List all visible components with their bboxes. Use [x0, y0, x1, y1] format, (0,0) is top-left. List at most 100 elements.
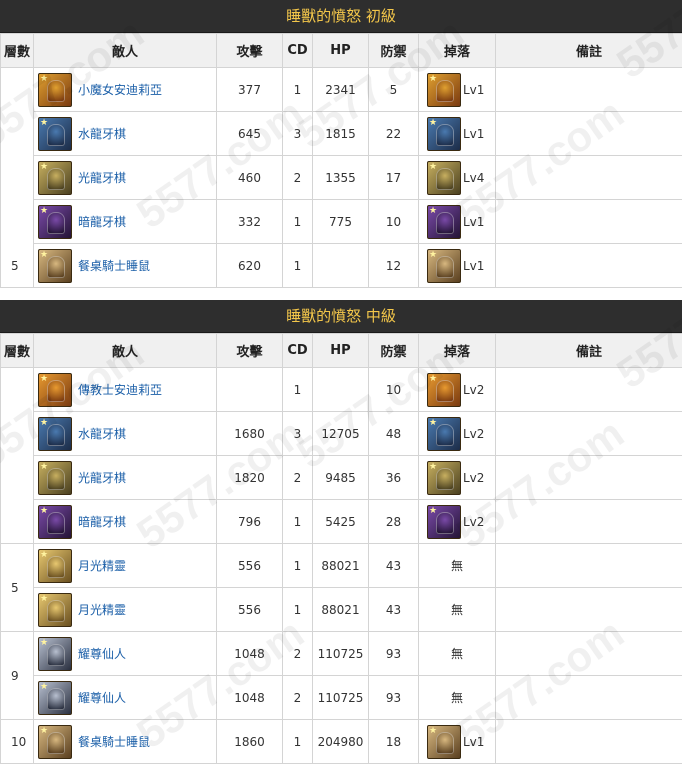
glorious-immortal-icon[interactable]: ★ [38, 681, 72, 715]
col-cd: CD [283, 334, 313, 368]
col-enemy: 敵人 [34, 34, 217, 68]
enemy-link[interactable]: 暗龍牙棋 [78, 513, 126, 530]
enemy-link[interactable]: 水龍牙棋 [78, 125, 126, 142]
character-figure [436, 212, 454, 234]
drop-level: Lv2 [463, 471, 484, 485]
table-row: ★光龍牙棋 460 2 1355 17 ★Lv4 [1, 156, 682, 200]
dormouse-knight-icon[interactable]: ★ [38, 249, 72, 283]
col-enemy: 敵人 [34, 334, 217, 368]
character-figure [47, 688, 65, 710]
light-dragon-knight-icon[interactable]: ★ [427, 161, 461, 195]
table-row: 9 ★耀尊仙人 1048 2 110725 93 無 [1, 632, 682, 676]
section-beginner: 睡獸的憤怒 初級 層數 敵人 攻擊 CD HP 防禦 掉落 備註 5 ★小魔女安… [0, 0, 682, 288]
missionary-andrea-icon[interactable]: ★ [38, 373, 72, 407]
table-row: 5 ★月光精靈 556 1 88021 43 無 [1, 544, 682, 588]
star-icon: ★ [40, 206, 48, 216]
drop-level: Lv1 [463, 83, 484, 97]
defense-cell: 93 [369, 632, 419, 676]
light-dragon-knight-icon[interactable]: ★ [427, 461, 461, 495]
enemy-link[interactable]: 暗龍牙棋 [78, 213, 126, 230]
enemy-link[interactable]: 耀尊仙人 [78, 645, 126, 662]
character-figure [436, 168, 454, 190]
enemy-table: 層數 敵人 攻擊 CD HP 防禦 掉落 備註 5 ★小魔女安迪莉亞 377 1… [0, 33, 682, 288]
hp-cell: 88021 [313, 588, 369, 632]
character-figure [436, 468, 454, 490]
drop-level: Lv4 [463, 171, 484, 185]
character-figure [47, 732, 65, 754]
attack-cell: 1680 [217, 412, 283, 456]
table-row: ★暗龍牙棋 332 1 775 10 ★Lv1 [1, 200, 682, 244]
hp-cell: 110725 [313, 632, 369, 676]
cd-cell: 1 [283, 68, 313, 112]
moonlight-spirit-icon[interactable]: ★ [38, 549, 72, 583]
witch-andrea-icon[interactable]: ★ [427, 73, 461, 107]
missionary-andrea-icon[interactable]: ★ [427, 373, 461, 407]
dormouse-knight-icon[interactable]: ★ [427, 249, 461, 283]
floor-cell: 5 [1, 68, 34, 288]
dark-dragon-knight-icon[interactable]: ★ [427, 505, 461, 539]
attack-cell: 460 [217, 156, 283, 200]
enemy-link[interactable]: 月光精靈 [78, 601, 126, 618]
defense-cell: 48 [369, 412, 419, 456]
star-icon: ★ [40, 418, 48, 428]
drop-level: Lv2 [463, 515, 484, 529]
glorious-immortal-icon[interactable]: ★ [38, 637, 72, 671]
water-dragon-knight-icon[interactable]: ★ [38, 117, 72, 151]
enemy-link[interactable]: 傳教士安迪莉亞 [78, 381, 162, 398]
enemy-link[interactable]: 小魔女安迪莉亞 [78, 81, 162, 98]
dark-dragon-knight-icon[interactable]: ★ [38, 205, 72, 239]
defense-cell: 17 [369, 156, 419, 200]
hp-cell [313, 244, 369, 288]
star-icon: ★ [40, 594, 48, 604]
notes-cell [496, 112, 682, 156]
cd-cell: 3 [283, 412, 313, 456]
water-dragon-knight-icon[interactable]: ★ [427, 117, 461, 151]
enemy-link[interactable]: 水龍牙棋 [78, 425, 126, 442]
character-figure [47, 80, 65, 102]
table-row: ★水龍牙棋 1680 3 12705 48 ★Lv2 [1, 412, 682, 456]
attack-cell: 556 [217, 544, 283, 588]
enemy-link[interactable]: 餐桌騎士睡鼠 [78, 257, 150, 274]
moonlight-spirit-icon[interactable]: ★ [38, 593, 72, 627]
enemy-link[interactable]: 光龍牙棋 [78, 469, 126, 486]
col-notes: 備註 [496, 334, 682, 368]
defense-cell: 10 [369, 200, 419, 244]
character-figure [47, 600, 65, 622]
witch-andrea-icon[interactable]: ★ [38, 73, 72, 107]
character-figure [436, 124, 454, 146]
enemy-link[interactable]: 餐桌騎士睡鼠 [78, 733, 150, 750]
drop-none: 無 [419, 676, 496, 720]
character-figure [436, 512, 454, 534]
water-dragon-knight-icon[interactable]: ★ [427, 417, 461, 451]
water-dragon-knight-icon[interactable]: ★ [38, 417, 72, 451]
col-defense: 防禦 [369, 34, 419, 68]
notes-cell [496, 68, 682, 112]
character-figure [436, 732, 454, 754]
attack-cell: 1860 [217, 720, 283, 764]
drop-level: Lv1 [463, 127, 484, 141]
notes-cell [496, 588, 682, 632]
defense-cell: 43 [369, 544, 419, 588]
character-figure [47, 468, 65, 490]
table-row: ★傳教士安迪莉亞 1 10 ★Lv2 [1, 368, 682, 412]
notes-cell [496, 544, 682, 588]
star-icon: ★ [429, 506, 437, 516]
star-icon: ★ [429, 374, 437, 384]
enemy-link[interactable]: 月光精靈 [78, 557, 126, 574]
character-figure [47, 556, 65, 578]
dark-dragon-knight-icon[interactable]: ★ [38, 505, 72, 539]
cd-cell: 2 [283, 156, 313, 200]
hp-cell [313, 368, 369, 412]
dormouse-knight-icon[interactable]: ★ [427, 725, 461, 759]
dark-dragon-knight-icon[interactable]: ★ [427, 205, 461, 239]
light-dragon-knight-icon[interactable]: ★ [38, 161, 72, 195]
enemy-link[interactable]: 耀尊仙人 [78, 689, 126, 706]
hp-cell: 1815 [313, 112, 369, 156]
attack-cell: 1048 [217, 676, 283, 720]
table-row: ★耀尊仙人 1048 2 110725 93 無 [1, 676, 682, 720]
enemy-link[interactable]: 光龍牙棋 [78, 169, 126, 186]
attack-cell: 1048 [217, 632, 283, 676]
light-dragon-knight-icon[interactable]: ★ [38, 461, 72, 495]
star-icon: ★ [429, 250, 437, 260]
dormouse-knight-icon[interactable]: ★ [38, 725, 72, 759]
